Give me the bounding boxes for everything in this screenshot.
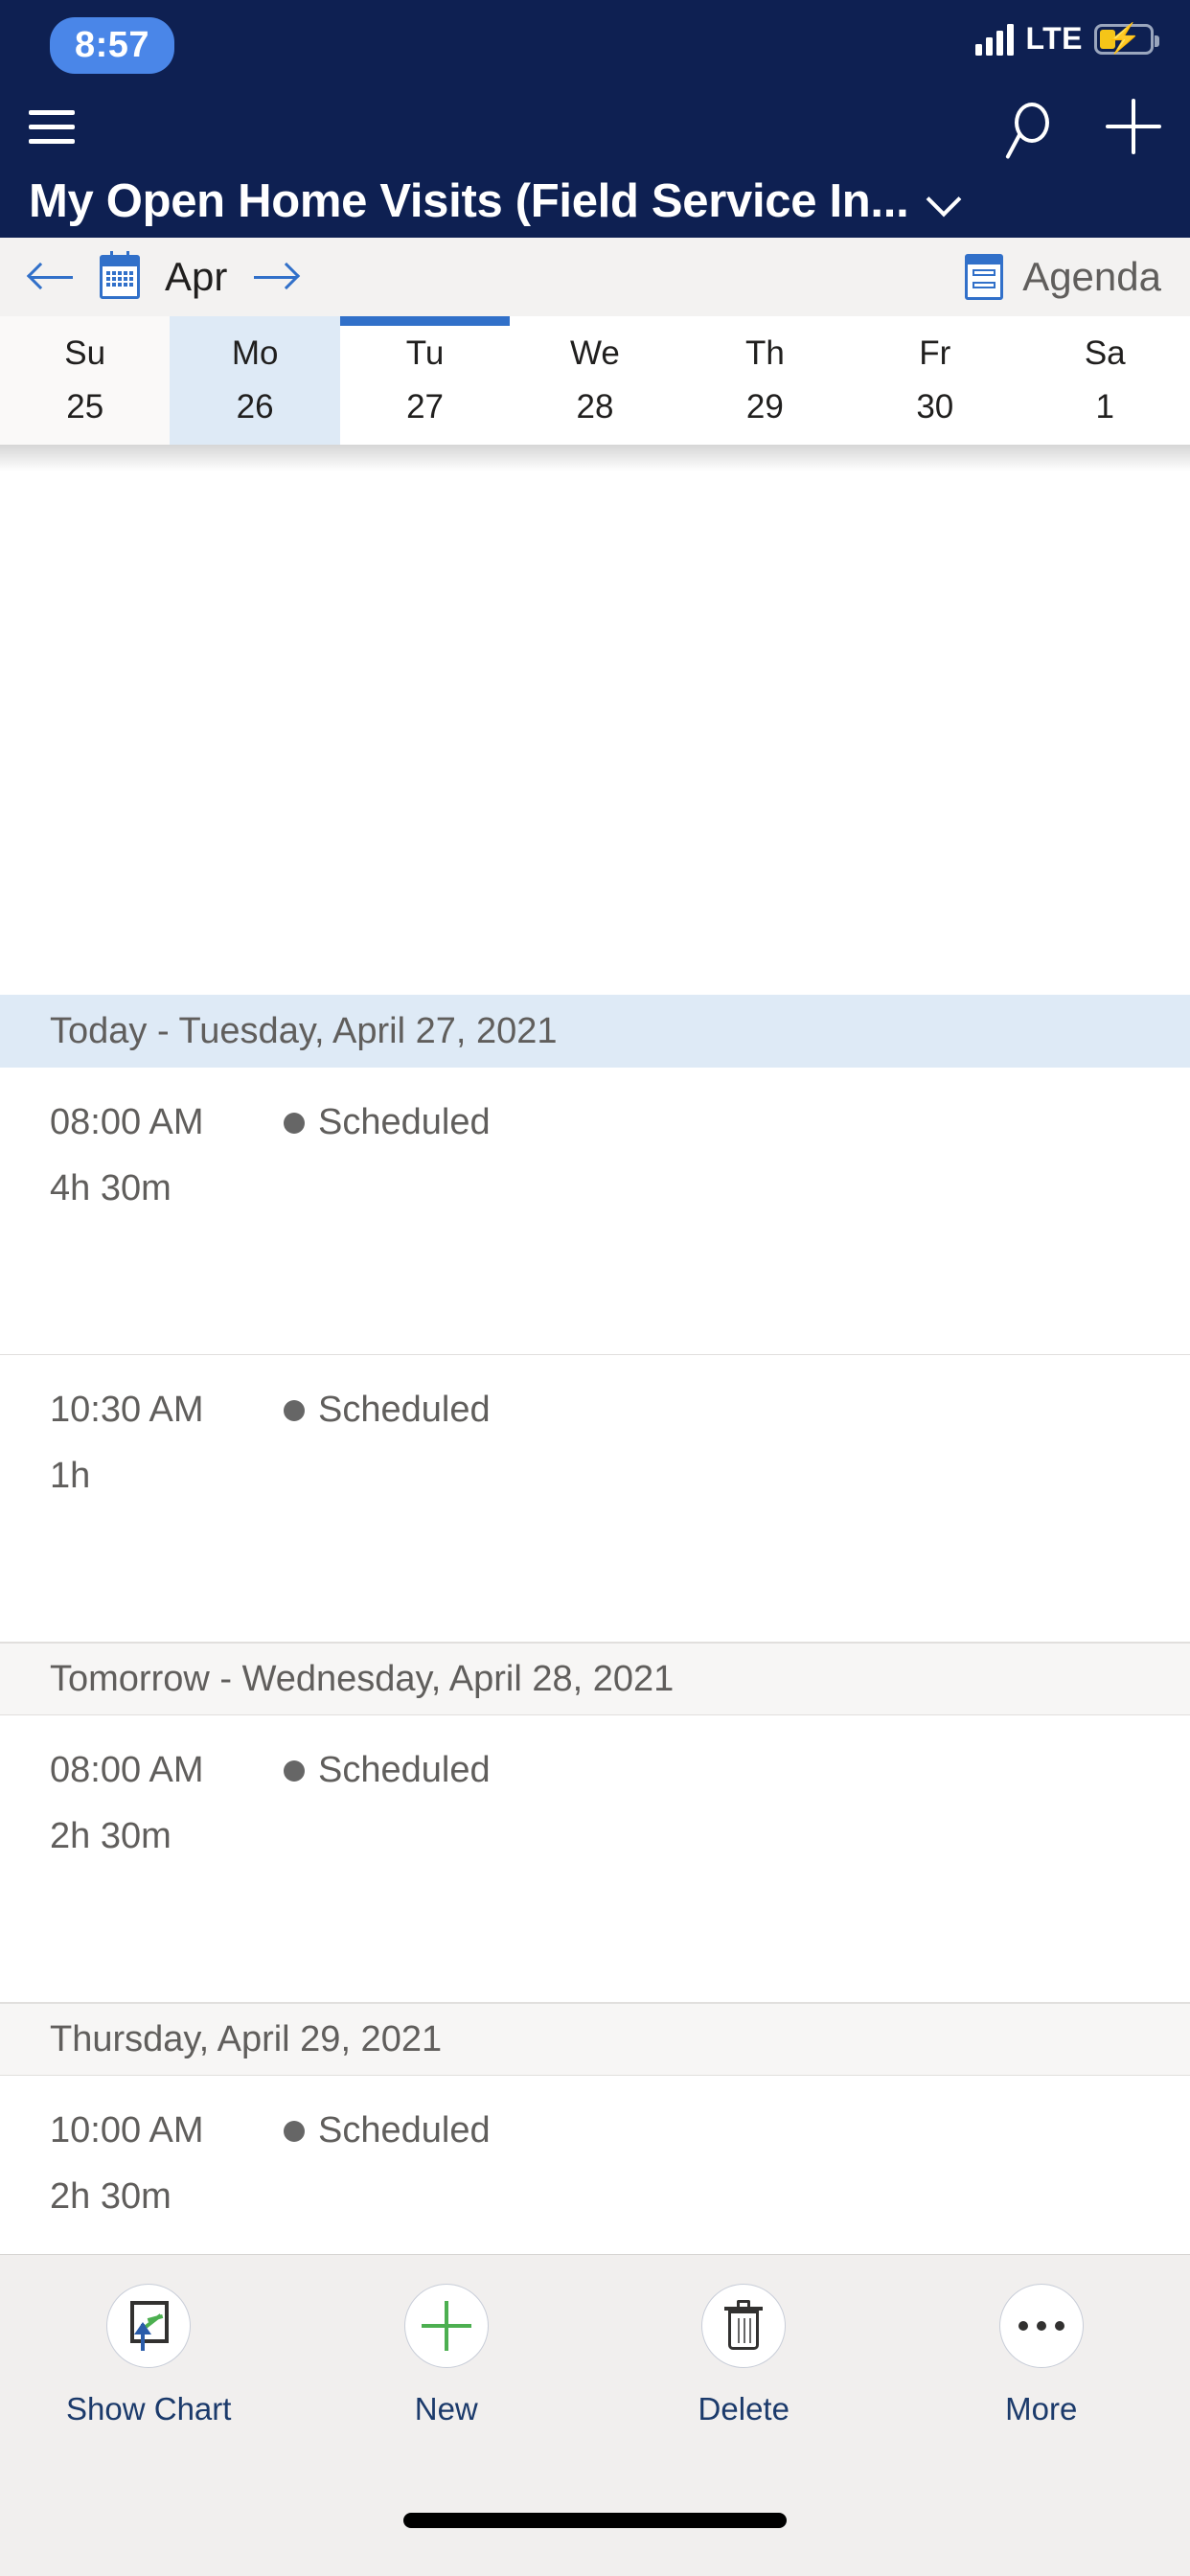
event-status: Scheduled: [284, 1102, 491, 1143]
event-primary-line: 10:30 AM Scheduled: [50, 1390, 1140, 1431]
week-day-name: Mo: [231, 334, 279, 372]
agenda-day-header: Thursday, April 29, 2021: [0, 2003, 1190, 2076]
trash-icon: [724, 2300, 764, 2352]
strip-shadow: [0, 445, 1190, 472]
command-icon-circle: [998, 2284, 1084, 2368]
plus-icon: [421, 2301, 471, 2351]
event-time: 08:00 AM: [50, 1102, 204, 1142]
week-day-name: Th: [744, 334, 785, 372]
command-label: Show Chart: [66, 2391, 232, 2426]
command-icon-circle: [701, 2284, 787, 2368]
week-day-number: 26: [236, 388, 274, 426]
week-day-number: 28: [576, 388, 614, 426]
agenda-view-switcher[interactable]: Agenda: [965, 254, 1161, 300]
page-title: My Open Home Visits (Field Service In...: [29, 175, 909, 227]
calendar-nav-left: Apr: [26, 251, 301, 300]
event-status-label: Scheduled: [318, 1102, 491, 1142]
event-primary-line: 08:00 AM Scheduled: [50, 1750, 1140, 1791]
week-day-number: 27: [406, 388, 445, 426]
status-dot-icon: [284, 2120, 305, 2142]
selected-day-indicator: [339, 316, 511, 326]
command-show-chart[interactable]: Show Chart: [0, 2284, 298, 2427]
event-duration: 2h 30m: [50, 2176, 172, 2217]
header-actions: [1006, 99, 1161, 154]
chevron-down-icon[interactable]: [929, 187, 958, 216]
status-dot-icon: [284, 1760, 305, 1782]
week-day-number: 29: [745, 388, 784, 426]
week-day-number: 25: [66, 388, 104, 426]
month-label[interactable]: Apr: [165, 254, 227, 300]
command-more[interactable]: More: [893, 2284, 1190, 2427]
agenda-view-icon: [965, 254, 1004, 300]
agenda-event-row[interactable]: 08:00 AM Scheduled 2h 30m: [0, 1715, 1190, 2003]
status-dot-icon: [284, 1399, 305, 1421]
command-new[interactable]: New: [298, 2284, 596, 2427]
week-day-number: 30: [916, 388, 954, 426]
event-status-label: Scheduled: [318, 1390, 491, 1430]
agenda-top-spacer: [0, 926, 1190, 995]
week-day-mo[interactable]: Mo 26: [170, 316, 340, 445]
plus-icon[interactable]: [1106, 99, 1161, 154]
status-dot-icon: [284, 1112, 305, 1134]
hamburger-menu-icon[interactable]: [29, 101, 75, 153]
status-bar: 8:57 LTE ⚡: [0, 0, 1190, 79]
battery-charging-icon: ⚡: [1094, 23, 1159, 55]
event-duration: 1h: [50, 1456, 91, 1496]
command-icon-circle: [106, 2284, 192, 2368]
event-duration: 4h 30m: [50, 1168, 172, 1208]
agenda-event-row[interactable]: 08:00 AM Scheduled 4h 30m: [0, 1068, 1190, 1355]
ellipsis-icon: [1018, 2321, 1064, 2331]
event-status-label: Scheduled: [318, 1750, 491, 1790]
agenda-event-row[interactable]: 10:00 AM Scheduled 2h 30m: [0, 2076, 1190, 2254]
arrow-left-icon[interactable]: [26, 258, 75, 296]
calendar-icon[interactable]: [100, 251, 140, 299]
command-delete[interactable]: Delete: [595, 2284, 893, 2427]
agenda-event-row[interactable]: 10:30 AM Scheduled 1h: [0, 1355, 1190, 1643]
command-label: New: [414, 2391, 478, 2426]
week-day-tu[interactable]: Tu 27: [339, 316, 511, 445]
agenda-list[interactable]: Today - Tuesday, April 27, 2021 08:00 AM S…: [0, 926, 1190, 2254]
week-day-su[interactable]: Su 25: [0, 316, 171, 445]
signal-bars-icon: [975, 23, 1015, 56]
status-clock: 8:57: [50, 17, 175, 74]
calendar-nav-bar: Apr Agenda: [0, 238, 1190, 316]
week-day-strip: Su 25 Mo 26 Tu 27 We 28 Th 29 Fr 30 Sa 1: [0, 316, 1190, 445]
event-primary-line: 08:00 AM Scheduled: [50, 1102, 1140, 1143]
command-label: Delete: [698, 2391, 790, 2426]
app-header: My Open Home Visits (Field Service In...: [0, 79, 1190, 238]
home-indicator: [403, 2513, 787, 2528]
week-day-name: Tu: [405, 334, 445, 372]
week-day-fr[interactable]: Fr 30: [850, 316, 1019, 445]
week-day-name: Su: [64, 334, 106, 372]
page-title-row[interactable]: My Open Home Visits (Field Service In...: [29, 174, 1161, 234]
agenda-view-label: Agenda: [1022, 254, 1161, 299]
week-day-name: Sa: [1084, 334, 1126, 372]
header-icon-row: [29, 79, 1161, 174]
network-type-label: LTE: [1025, 21, 1083, 56]
search-icon[interactable]: [1006, 99, 1062, 154]
event-status: Scheduled: [284, 1390, 491, 1431]
agenda-day-header: Tomorrow - Wednesday, April 28, 2021: [0, 1643, 1190, 1715]
event-duration: 2h 30m: [50, 1816, 172, 1856]
chart-icon: [126, 2301, 171, 2351]
event-time: 10:00 AM: [50, 2110, 204, 2150]
week-day-name: Fr: [919, 334, 951, 372]
command-icon-circle: [403, 2284, 489, 2368]
week-day-name: We: [570, 334, 620, 372]
arrow-right-icon[interactable]: [252, 258, 301, 296]
week-day-sa[interactable]: Sa 1: [1020, 316, 1190, 445]
event-time: 08:00 AM: [50, 1750, 204, 1790]
event-status: Scheduled: [284, 2110, 491, 2151]
event-status-label: Scheduled: [318, 2110, 491, 2150]
agenda-day-header: Today - Tuesday, April 27, 2021: [0, 995, 1190, 1068]
command-label: More: [1005, 2391, 1078, 2426]
event-primary-line: 10:00 AM Scheduled: [50, 2110, 1140, 2151]
week-day-number: 1: [1095, 388, 1114, 426]
week-day-we[interactable]: We 28: [510, 316, 679, 445]
status-indicators: LTE ⚡: [975, 21, 1159, 57]
event-status: Scheduled: [284, 1750, 491, 1791]
event-time: 10:30 AM: [50, 1390, 204, 1430]
week-day-th[interactable]: Th 29: [680, 316, 850, 445]
